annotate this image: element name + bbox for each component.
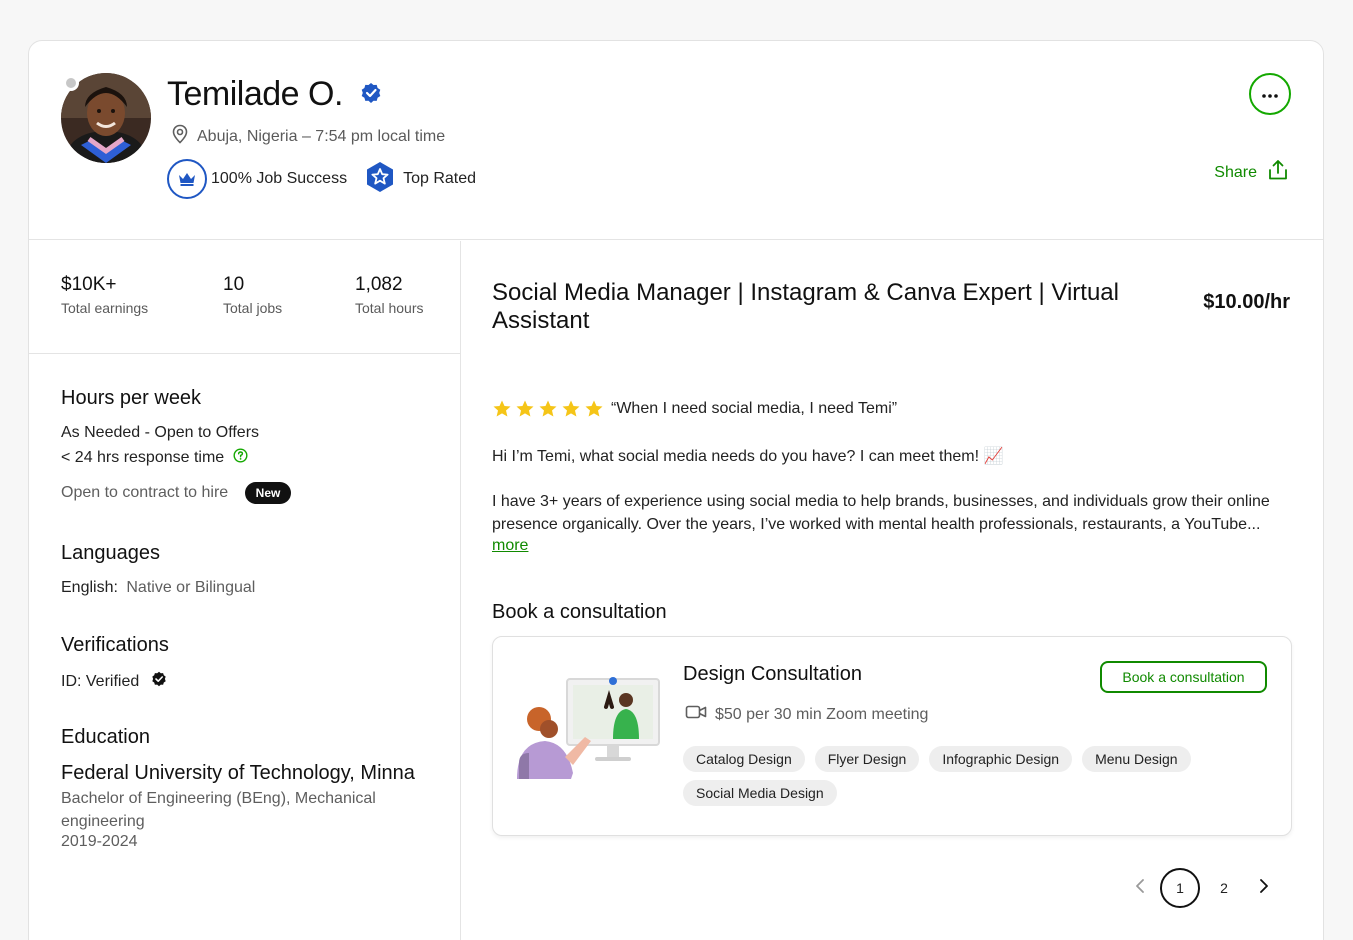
stat-value: 10 — [223, 274, 245, 295]
language-level: Native or Bilingual — [126, 579, 256, 596]
id-verified-text: ID: Verified — [61, 672, 140, 690]
consultation-meta-row: $50 per 30 min Zoom meeting — [685, 704, 928, 725]
badges-row: 100% Job Success Top Rated — [167, 159, 476, 199]
next-page-button[interactable] — [1246, 868, 1282, 908]
profile-overview: I have 3+ years of experience using soci… — [492, 493, 1270, 533]
education-degree: Bachelor of Engineering (BEng), Mechanic… — [61, 790, 376, 830]
previous-page-button[interactable] — [1122, 868, 1158, 908]
consultation-price: $50 per 30 min Zoom meeting — [715, 705, 929, 723]
location-row: Abuja, Nigeria – 7:54 pm local time — [171, 124, 445, 149]
skill-tag[interactable]: Menu Design — [1082, 746, 1191, 772]
consultation-card: Design Consultation $50 per 30 min Zoom … — [492, 636, 1292, 836]
profile-quote: “When I need social media, I need Temi” — [611, 400, 898, 417]
skill-tag[interactable]: Infographic Design — [929, 746, 1073, 772]
skill-tag[interactable]: Catalog Design — [683, 746, 805, 772]
more-options-button[interactable] — [1249, 73, 1291, 115]
star-icon — [539, 400, 557, 417]
verified-check-icon — [151, 671, 167, 692]
profile-intro: Hi I’m Temi, what social media needs do … — [492, 448, 1004, 465]
job-success-label: 100% Job Success — [211, 170, 348, 187]
avatar[interactable] — [61, 73, 151, 163]
education-years: 2019-2024 — [61, 833, 138, 850]
profile-title: Social Media Manager | Instagram & Canva… — [492, 279, 1119, 334]
main-content: Social Media Manager | Instagram & Canva… — [462, 241, 1324, 940]
chevron-left-icon — [1135, 878, 1145, 899]
open-to-contract-row: Open to contract to hire New — [61, 482, 292, 504]
skill-tag[interactable]: Flyer Design — [814, 746, 920, 772]
help-circle-icon[interactable] — [233, 448, 248, 468]
share-upload-icon — [1267, 159, 1289, 186]
job-success-badge[interactable]: 100% Job Success — [167, 159, 347, 199]
education-school: Federal University of Technology, Minna — [61, 762, 415, 784]
open-to-contract-text: Open to contract to hire — [61, 484, 229, 502]
book-consultation-heading: Book a consultation — [492, 601, 667, 623]
skill-tag[interactable]: Social Media Design — [683, 780, 837, 806]
book-consultation-button[interactable]: Book a consultation — [1100, 661, 1267, 693]
star-icon — [493, 400, 511, 417]
share-button[interactable]: Share — [1214, 159, 1289, 186]
id-verified-row: ID: Verified — [61, 671, 167, 692]
location-text: Abuja, Nigeria – 7:54 pm local time — [197, 127, 446, 145]
skill-tags: Catalog Design Flyer Design Infographic … — [683, 746, 1243, 806]
star-icon — [585, 400, 603, 417]
stat-value: $10K+ — [61, 274, 117, 295]
stat-total-earnings: $10K+ Total earnings — [61, 274, 148, 316]
top-rated-label: Top Rated — [403, 170, 477, 187]
new-badge: New — [244, 482, 292, 504]
left-sidebar: $10K+ Total earnings 10 Total jobs 1,082… — [29, 241, 461, 940]
stat-total-jobs: 10 Total jobs — [223, 274, 282, 316]
stat-label: Total jobs — [223, 300, 283, 316]
more-link[interactable]: more — [492, 537, 528, 555]
crown-icon — [167, 159, 207, 199]
star-icon — [562, 400, 580, 417]
top-rated-badge[interactable]: Top Rated — [365, 161, 476, 198]
profile-header: Temilade O. Abuja, Nigeria – 7:54 pm loc… — [29, 41, 1323, 240]
profile-card: Temilade O. Abuja, Nigeria – 7:54 pm loc… — [28, 40, 1324, 940]
verifications-heading: Verifications — [61, 634, 169, 656]
page-2-button[interactable]: 2 — [1204, 868, 1244, 908]
ellipsis-icon — [1262, 85, 1278, 103]
star-icon — [516, 400, 534, 417]
chevron-right-icon — [1259, 878, 1269, 899]
response-time-row: < 24 hrs response time — [61, 448, 248, 468]
share-label: Share — [1214, 163, 1257, 181]
stats-row: $10K+ Total earnings 10 Total jobs 1,082… — [29, 241, 460, 354]
stat-label: Total hours — [355, 300, 424, 316]
video-call-illustration — [515, 673, 665, 783]
stat-label: Total earnings — [61, 300, 149, 316]
hours-per-week-heading: Hours per week — [61, 387, 202, 409]
education-heading: Education — [61, 726, 150, 748]
location-pin-icon — [171, 124, 189, 149]
verified-badge-icon — [360, 82, 382, 104]
hours-value: As Needed - Open to Offers — [61, 424, 260, 441]
stat-total-hours: 1,082 Total hours — [355, 274, 423, 316]
quote-row: “When I need social media, I need Temi” — [492, 399, 897, 419]
page-1-button[interactable]: 1 — [1160, 868, 1200, 908]
hourly-rate: $10.00/hr — [1203, 291, 1290, 313]
language-name: English: — [61, 579, 118, 596]
stat-value: 1,082 — [355, 274, 403, 295]
languages-heading: Languages — [61, 542, 160, 564]
freelancer-name: Temilade O. — [167, 75, 343, 113]
consultation-title: Design Consultation — [683, 663, 862, 685]
language-row: English: Native or Bilingual — [61, 579, 255, 597]
pagination: 1 2 — [1122, 868, 1282, 908]
response-time-text: < 24 hrs response time — [61, 449, 225, 467]
top-rated-star-icon — [365, 161, 395, 198]
offline-status-dot — [63, 75, 79, 91]
video-camera-icon — [685, 704, 707, 725]
